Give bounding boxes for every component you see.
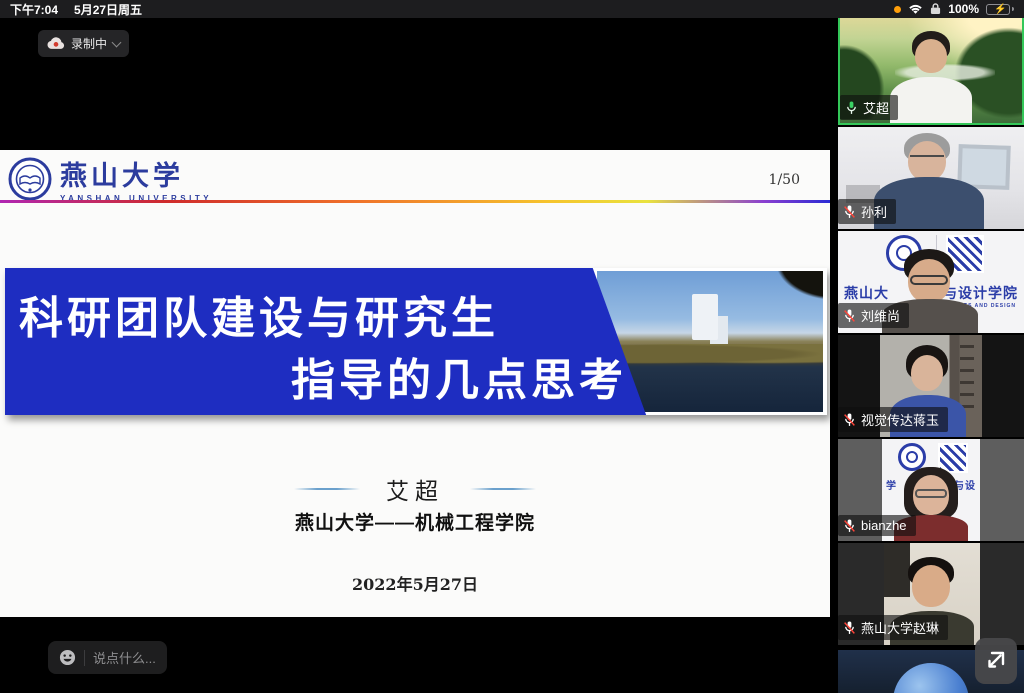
chat-placeholder: 说点什么...: [93, 648, 156, 667]
status-bar-right: 100% ⚡: [894, 2, 1014, 16]
wifi-icon: [908, 4, 923, 15]
clock-time: 下午7:04: [10, 1, 58, 18]
avatar: [893, 663, 969, 693]
slide-title-line1: 科研团队建设与研究生: [19, 282, 499, 346]
mic-muted-icon: [843, 413, 856, 427]
participant-tile-zhaolin[interactable]: 燕山大学赵琳: [838, 543, 1024, 645]
mic-muted-icon: [843, 621, 856, 635]
participant-name-tag: 孙利: [838, 199, 896, 224]
mic-on-icon: [845, 101, 858, 115]
university-name-cn: 燕山大学: [60, 154, 212, 193]
chevron-down-icon: [112, 37, 122, 47]
door-frame: [884, 543, 910, 597]
participant-name-tag: 艾超: [840, 95, 898, 120]
mic-in-use-indicator-icon: [894, 6, 901, 13]
person-face: [912, 565, 950, 607]
presenter-affiliation: 燕山大学——机械工程学院: [0, 508, 830, 535]
chat-divider: [84, 650, 85, 666]
participant-name-tag: 刘维尚: [838, 303, 909, 328]
status-bar: 下午7:04 5月27日周五 100% ⚡: [0, 0, 1024, 18]
presentation-date: 2022年5月27日: [0, 571, 830, 595]
person-glasses: [915, 489, 947, 498]
person-body: [890, 77, 972, 123]
participant-name: 刘维尚: [861, 306, 900, 325]
mic-muted-icon: [843, 519, 856, 533]
autumn-trees: [597, 344, 823, 364]
slide-page-indicator: 1/50: [769, 172, 800, 188]
title-banner: 科研团队建设与研究生 指导的几点思考: [5, 268, 827, 415]
participant-name: 孙利: [861, 202, 887, 221]
recording-badge-label: 录制中: [71, 35, 107, 52]
participant-name: bianzhe: [861, 518, 907, 533]
screen-share-slide[interactable]: 燕山大学 YANSHAN UNIVERSITY 1/50 科研团队建设与研究生 …: [0, 150, 830, 617]
participant-name-tag: 视觉传达蒋玉: [838, 407, 948, 432]
chat-input[interactable]: 说点什么...: [48, 641, 167, 674]
battery-percent-label: 100%: [948, 2, 979, 16]
participant-tile-sunli[interactable]: 孙利: [838, 127, 1024, 229]
presenter-name: 艾超: [386, 472, 444, 506]
person-glasses: [910, 275, 948, 285]
minimize-arrow-icon: [984, 649, 1008, 673]
presenter-row: 艾超: [0, 472, 830, 506]
person-face: [915, 39, 947, 73]
tree-branch: [765, 271, 823, 307]
emoji-icon[interactable]: [59, 649, 76, 666]
participant-name: 视觉传达蒋玉: [861, 410, 939, 429]
charging-bolt-icon: ⚡: [994, 4, 1006, 15]
person-face: [911, 355, 943, 391]
decorative-line-left: [294, 488, 360, 490]
campus-building: [692, 294, 718, 340]
participant-name: 燕山大学赵琳: [861, 618, 939, 637]
participant-name: 艾超: [863, 98, 889, 117]
decorative-line-right: [470, 488, 536, 490]
person-glasses: [910, 155, 944, 162]
clock-date: 5月27日周五: [74, 1, 142, 18]
participant-tile-bianzhe[interactable]: 学 与设 bianzhe: [838, 439, 1024, 541]
meeting-app-window: 下午7:04 5月27日周五 100% ⚡ 录制: [0, 0, 1024, 693]
participant-name-tag: 燕山大学赵琳: [838, 615, 948, 640]
participant-tile-jiangyu[interactable]: 视觉传达蒋玉: [838, 335, 1024, 437]
battery-icon: ⚡: [986, 4, 1014, 15]
university-logo: 燕山大学 YANSHAN UNIVERSITY: [8, 154, 212, 203]
orientation-lock-icon: [930, 3, 941, 15]
mic-muted-icon: [843, 309, 856, 323]
backdrop-text-cn-left: 燕山大: [844, 283, 889, 303]
status-bar-left: 下午7:04 5月27日周五: [10, 1, 142, 18]
participant-name-tag: bianzhe: [838, 515, 916, 536]
participant-tile-liuweishang[interactable]: 燕山大 与设计学院 OF ARTS AND DESIGN 刘维尚: [838, 231, 1024, 333]
university-seal-icon: [8, 157, 52, 201]
participant-tile-aichao[interactable]: 艾超: [838, 15, 1024, 125]
recording-badge[interactable]: 录制中: [38, 30, 129, 57]
cloud-record-icon: [47, 37, 65, 50]
mic-muted-icon: [843, 205, 856, 219]
exit-fullscreen-button[interactable]: [975, 638, 1017, 684]
rainbow-divider: [0, 200, 830, 203]
slide-title-line2: 指导的几点思考: [291, 344, 627, 408]
